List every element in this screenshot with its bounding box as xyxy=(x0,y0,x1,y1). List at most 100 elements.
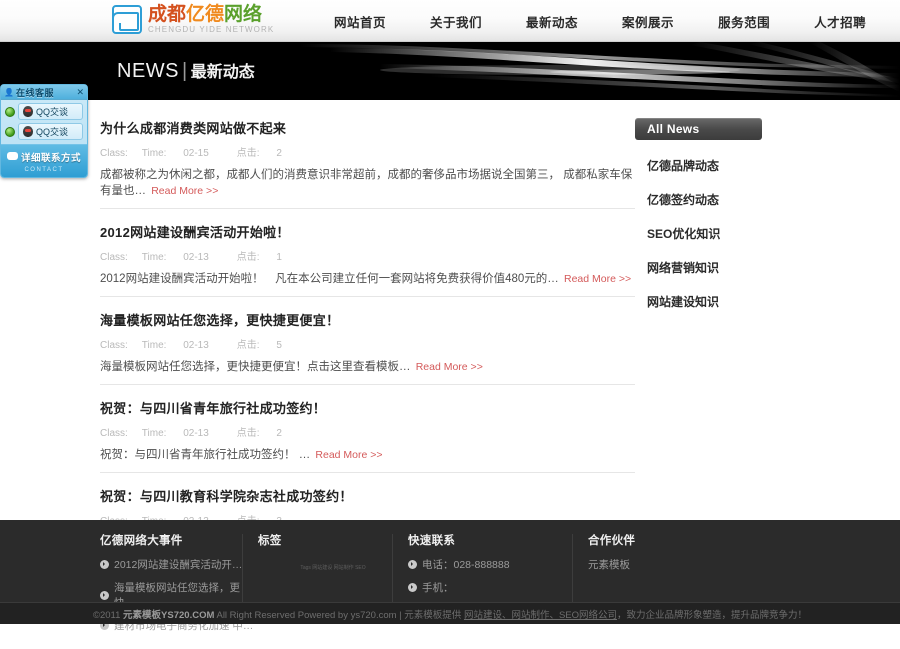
footer-contact-phone: 电话：028-888888 xyxy=(408,557,588,572)
news-item: 祝贺：与四川省青年旅行社成功签约！ Class: Time: 02-13 点击: 2… xyxy=(100,398,635,474)
footer-contact-mobile-label: 手机： xyxy=(422,582,454,594)
nav-item-contact[interactable]: 联系我们 xyxy=(888,12,900,31)
contact-details-button[interactable]: 详细联系方式 CONTACT xyxy=(1,144,87,177)
qq-penguin-icon xyxy=(23,126,33,137)
sidebar-item-marketing-knowledge[interactable]: 网络营销知识 xyxy=(635,259,800,276)
banner-title-cn: 最新动态 xyxy=(190,64,255,81)
online-service-widget[interactable]: 👤 在线客服 ✕ QQ交谈 QQ交谈 详细联系方式 CONTACT xyxy=(0,84,88,178)
sidebar-item-brand-news[interactable]: 亿德品牌动态 xyxy=(635,157,800,174)
news-item: 海量模板网站任您选择，更快捷更便宜！ Class: Time: 02-13 点击: … xyxy=(100,310,635,386)
main-navigation: 网站首页 关于我们 最新动态 案例展示 服务范围 人才招聘 联系我们 xyxy=(312,0,900,42)
online-service-header: 👤 在线客服 ✕ xyxy=(1,85,87,100)
news-time-label: Time: xyxy=(141,428,167,440)
news-title[interactable]: 2012网站建设酬宾活动开始啦！ xyxy=(100,222,635,241)
news-description: 2012网站建设酬宾活动开始啦！ 凡在本公司建立任何一套网站将免费获得价值480… xyxy=(100,271,635,287)
news-time-label: Time: xyxy=(141,340,167,352)
news-description: 祝贺：与四川省青年旅行社成功签约！ … Read More >> xyxy=(100,447,635,463)
copyright-bar: ©2011 元素模板YS720.COM All Right Reserved P… xyxy=(0,602,900,624)
news-hits-label: 点击: xyxy=(236,252,260,264)
footer-tags-title: 标签 xyxy=(258,535,282,547)
banner-title: NEWS | 最新动态 xyxy=(117,58,255,83)
logo-cn-part3: 网络 xyxy=(224,4,263,25)
footer-partner-name[interactable]: 元素模板 xyxy=(588,557,748,572)
footer-partners-title: 合作伙伴 xyxy=(588,535,636,547)
contact-details-label: 详细联系方式 xyxy=(20,153,81,164)
nav-item-news[interactable]: 最新动态 xyxy=(504,12,600,31)
news-hits: 点击: 2 xyxy=(237,428,296,439)
qq-contact-row: QQ交谈 xyxy=(1,120,87,140)
arrow-bullet-icon xyxy=(408,583,417,592)
news-desc-text: 2012网站建设酬宾活动开始啦！ 凡在本公司建立任何一套网站将免费获得价值480… xyxy=(100,273,559,286)
news-desc-text: 祝贺：与四川省青年旅行社成功签约！ … xyxy=(100,449,311,462)
news-meta: Class: Time: 02-13 点击: 5 xyxy=(100,336,635,351)
sidebar-item-web-build-knowledge[interactable]: 网站建设知识 xyxy=(635,293,800,310)
news-hits-value: 5 xyxy=(276,340,282,352)
footer-column-contact: 快速联系 电话：028-888888 手机： 7*24小时业务咨询 xyxy=(392,532,588,641)
contact-details-sublabel: CONTACT xyxy=(24,167,64,173)
banner-title-en: NEWS xyxy=(117,60,179,82)
footer-event-link[interactable]: 2012网站建设酬宾活动开… xyxy=(100,557,258,572)
nav-item-jobs[interactable]: 人才招聘 xyxy=(792,12,888,31)
qq-chat-button-2[interactable]: QQ交谈 xyxy=(18,123,83,140)
nav-item-cases[interactable]: 案例展示 xyxy=(600,12,696,31)
main-content: 为什么成都消费类网站做不起来 Class: Time: 02-15 点击: 2 成都… xyxy=(0,100,900,590)
nav-item-services[interactable]: 服务范围 xyxy=(696,12,792,31)
qq-contact-row: QQ交谈 xyxy=(1,100,87,120)
news-desc-text: 海量模板网站任您选择，更快捷更便宜！点击这里查看模板… xyxy=(100,361,411,374)
news-title[interactable]: 祝贺：与四川省青年旅行社成功签约！ xyxy=(100,398,635,417)
news-item: 为什么成都消费类网站做不起来 Class: Time: 02-15 点击: 2 成都… xyxy=(100,118,635,210)
news-description: 成都被称之为休闲之都，成都人们的消费意识非常超前，成都的奢侈品市场据说全国第三，… xyxy=(100,167,635,199)
news-time-value: 02-13 xyxy=(183,340,209,352)
read-more-link[interactable]: Read More >> xyxy=(151,185,218,197)
nav-item-about[interactable]: 关于我们 xyxy=(408,12,504,31)
logo-cn-part2: 亿德 xyxy=(186,4,225,25)
news-meta: Class: Time: 02-15 点击: 2 xyxy=(100,144,635,159)
footer-column-tags: 标签 Tags 网站建设 网站制作 SEO xyxy=(242,532,408,641)
news-item: 2012网站建设酬宾活动开始啦！ Class: Time: 02-13 点击: 1 … xyxy=(100,222,635,298)
news-description: 海量模板网站任您选择，更快捷更便宜！点击这里查看模板… Read More >> xyxy=(100,359,635,375)
news-title[interactable]: 为什么成都消费类网站做不起来 xyxy=(100,118,635,137)
news-hits-label: 点击: xyxy=(236,148,260,159)
news-time-label: Time: xyxy=(141,252,167,264)
footer-tag-cloud[interactable]: Tags 网站建设 网站制作 SEO xyxy=(258,564,408,572)
site-logo[interactable]: 成都亿德网络 CHENGDU YIDE NETWORK xyxy=(112,4,274,34)
arrow-bullet-icon xyxy=(100,560,109,569)
sidebar-header-all-news[interactable]: All News xyxy=(635,118,762,140)
copyright-year: ©2011 xyxy=(92,609,124,621)
footer-event-label: 2012网站建设酬宾活动开… xyxy=(114,559,243,571)
news-hits-value: 1 xyxy=(276,252,282,264)
logo-chinese-name: 成都亿德网络 xyxy=(148,5,274,24)
news-time: Time: 02-13 xyxy=(142,428,223,439)
qq-chat-button-1[interactable]: QQ交谈 xyxy=(18,103,83,120)
footer-contact-mobile: 手机： xyxy=(408,580,588,595)
close-icon[interactable]: ✕ xyxy=(76,87,84,98)
qq-chat-label-2: QQ交谈 xyxy=(36,127,69,137)
footer-contact-phone-label: 电话：028-888888 xyxy=(422,559,510,571)
read-more-link[interactable]: Read More >> xyxy=(315,449,382,461)
news-title[interactable]: 海量模板网站任您选择，更快捷更便宜！ xyxy=(100,310,635,329)
news-meta: Class: Time: 02-13 点击: 2 xyxy=(100,424,635,439)
copyright-brand[interactable]: 元素模板YS720.COM xyxy=(123,610,214,621)
online-status-icon xyxy=(5,106,15,117)
news-hits-value: 2 xyxy=(276,148,282,159)
news-class-label: Class: xyxy=(100,148,128,159)
news-time: Time: 02-15 xyxy=(142,148,223,159)
speech-bubble-icon xyxy=(6,152,18,160)
nav-item-home[interactable]: 网站首页 xyxy=(312,12,408,31)
site-header: 成都亿德网络 CHENGDU YIDE NETWORK 网站首页 关于我们 最新… xyxy=(0,0,900,42)
news-time-value: 02-13 xyxy=(183,252,209,264)
read-more-link[interactable]: Read More >> xyxy=(416,361,483,373)
read-more-link[interactable]: Read More >> xyxy=(564,273,631,285)
news-time-value: 02-15 xyxy=(183,148,209,159)
copyright-services[interactable]: 网站建设、网站制作、SEO网络公司 xyxy=(464,610,617,621)
news-class-label: Class: xyxy=(100,428,128,440)
copyright-text: ©2011 元素模板YS720.COM All Right Reserved P… xyxy=(93,607,807,621)
sidebar-item-seo-knowledge[interactable]: SEO优化知识 xyxy=(635,225,800,242)
news-hits-label: 点击: xyxy=(236,340,260,352)
news-title[interactable]: 祝贺：与四川教育科学院杂志社成功签约！ xyxy=(100,486,635,505)
page-banner: NEWS | 最新动态 xyxy=(0,42,900,100)
banner-title-separator: | xyxy=(182,60,188,82)
news-meta: Class: Time: 02-13 点击: 1 xyxy=(100,248,635,263)
sidebar-item-contract-news[interactable]: 亿德签约动态 xyxy=(635,191,800,208)
news-class-label: Class: xyxy=(100,252,128,264)
